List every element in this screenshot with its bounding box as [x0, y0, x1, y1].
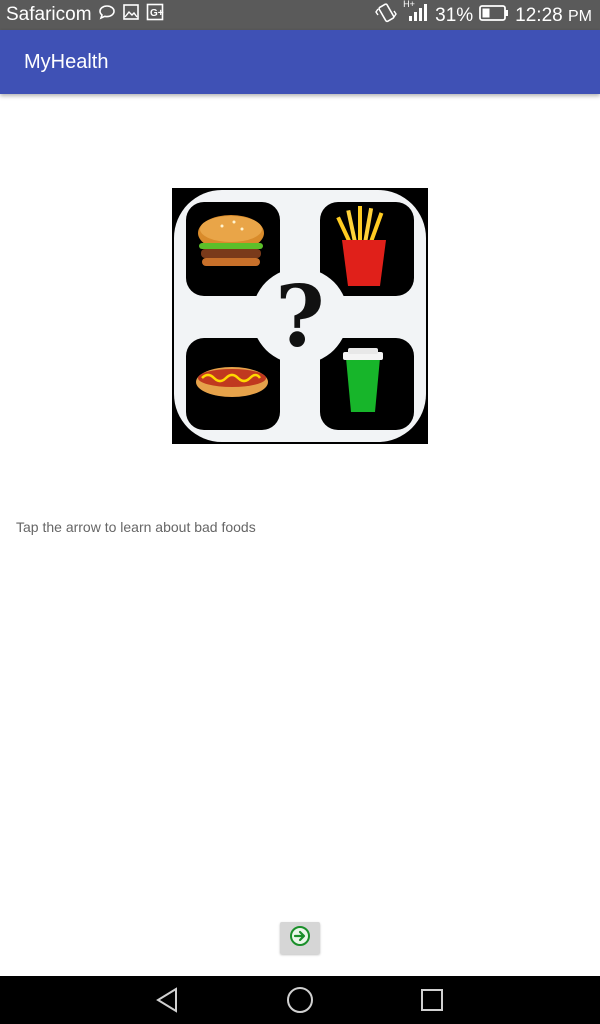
hint-text: Tap the arrow to learn about bad foods	[16, 519, 256, 535]
network-type-label: H+	[403, 0, 415, 9]
message-icon	[98, 3, 116, 27]
hotdog-icon	[196, 367, 268, 397]
app-bar: MyHealth	[0, 30, 600, 94]
google-plus-icon: G+	[146, 3, 164, 27]
arrow-right-circle-icon	[289, 925, 311, 952]
next-arrow-button[interactable]	[280, 922, 320, 954]
battery-icon	[479, 4, 509, 28]
home-icon	[287, 987, 313, 1013]
status-bar: Safaricom G+ H+ 31% 12:28 PM	[0, 0, 600, 30]
battery-percent: 31%	[435, 5, 474, 26]
back-button[interactable]	[152, 984, 184, 1016]
svg-text:G+: G+	[150, 8, 164, 19]
gallery-icon	[122, 3, 140, 27]
recents-button[interactable]	[416, 984, 448, 1016]
signal-icon: H+	[403, 0, 429, 29]
app-title: MyHealth	[24, 51, 109, 73]
navigation-bar	[0, 976, 600, 1024]
junk-food-quiz-image: ?	[172, 188, 428, 444]
vibrate-icon	[375, 3, 397, 29]
clock: 12:28 PM	[515, 5, 592, 26]
carrier-name: Safaricom	[6, 4, 92, 25]
back-icon	[156, 987, 177, 1013]
recents-icon	[421, 989, 443, 1011]
svg-text:?: ?	[275, 267, 324, 366]
home-button[interactable]	[284, 984, 316, 1016]
burger-icon	[198, 215, 264, 266]
